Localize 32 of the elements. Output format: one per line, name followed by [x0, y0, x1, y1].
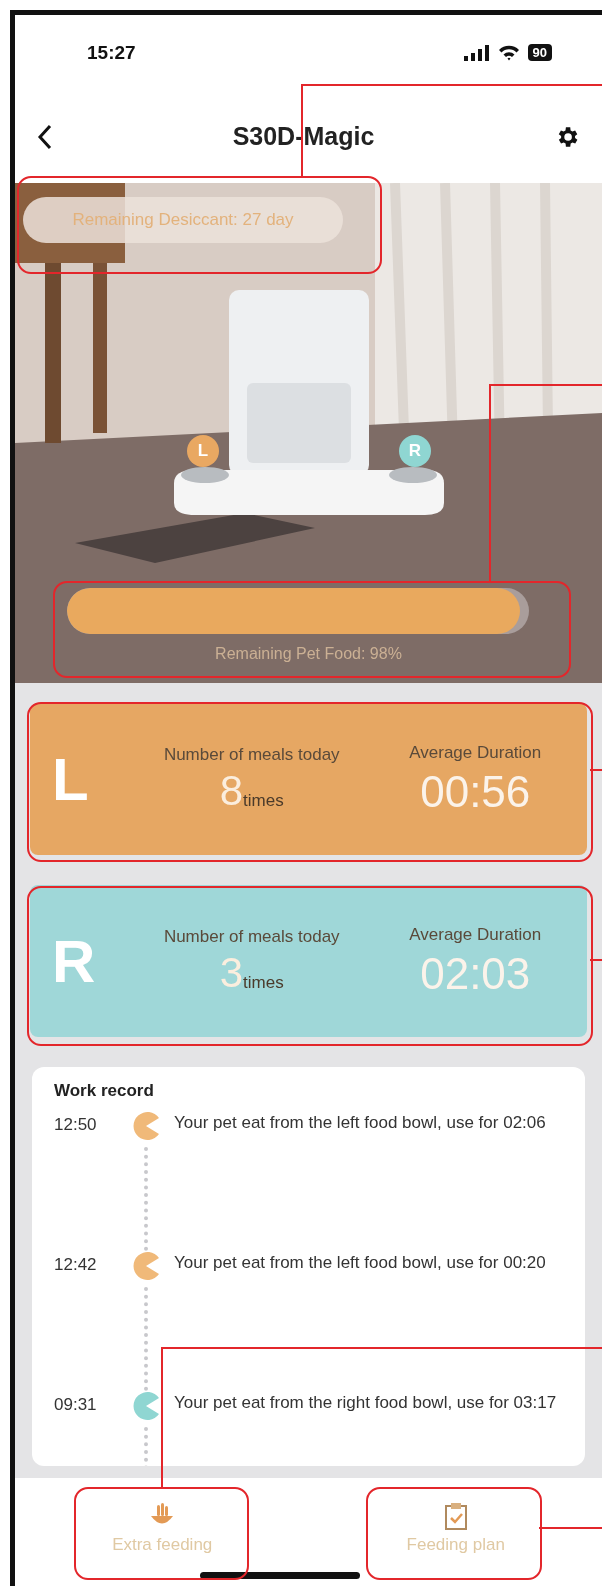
- record-text: Your pet eat from the right food bowl, use for 03:17: [173, 1392, 558, 1414]
- meals-label: Number of meals today: [162, 926, 341, 949]
- meal-unit: times: [243, 972, 284, 994]
- record-time: 09:31: [54, 1394, 98, 1416]
- record-text: Your pet eat from the left food bowl, use for 00:20: [173, 1252, 547, 1274]
- back-icon[interactable]: [37, 123, 53, 150]
- record-time: 12:50: [54, 1114, 98, 1136]
- leader-line: [538, 1527, 602, 1529]
- clipboard-check-icon: [442, 1501, 469, 1531]
- tab-action[interactable]: Feeding plan: [402, 1497, 509, 1559]
- average-duration: 00:56: [420, 766, 531, 817]
- wifi-icon: [497, 44, 520, 61]
- leader-line: [589, 769, 602, 771]
- bowl-side-label: L: [51, 744, 90, 814]
- leader-line: [589, 959, 602, 961]
- record-time: 12:42: [54, 1254, 98, 1276]
- work-record-title: Work record: [54, 1081, 155, 1101]
- record-text: Your pet eat from the left food bowl, use for 02:06: [173, 1112, 547, 1134]
- meals-label: Number of meals today: [162, 744, 341, 767]
- bowl-side-label: R: [51, 926, 97, 996]
- battery-level: 90: [527, 44, 552, 61]
- desiccant-status: Remaining Desiccant: 27 day: [23, 197, 343, 243]
- meal-count: 3: [219, 948, 244, 997]
- duration-label: Average Duration: [408, 924, 543, 947]
- status-time: 15:27: [87, 41, 136, 64]
- signal-icon: [463, 44, 490, 61]
- average-duration: 02:03: [420, 948, 531, 999]
- food-level-label: Remaining Pet Food: 98%: [214, 645, 403, 663]
- duration-label: Average Duration: [408, 742, 543, 765]
- meal-count: 8: [219, 766, 244, 815]
- meal-unit: times: [243, 790, 284, 812]
- tab-action[interactable]: Extra feeding: [108, 1497, 217, 1559]
